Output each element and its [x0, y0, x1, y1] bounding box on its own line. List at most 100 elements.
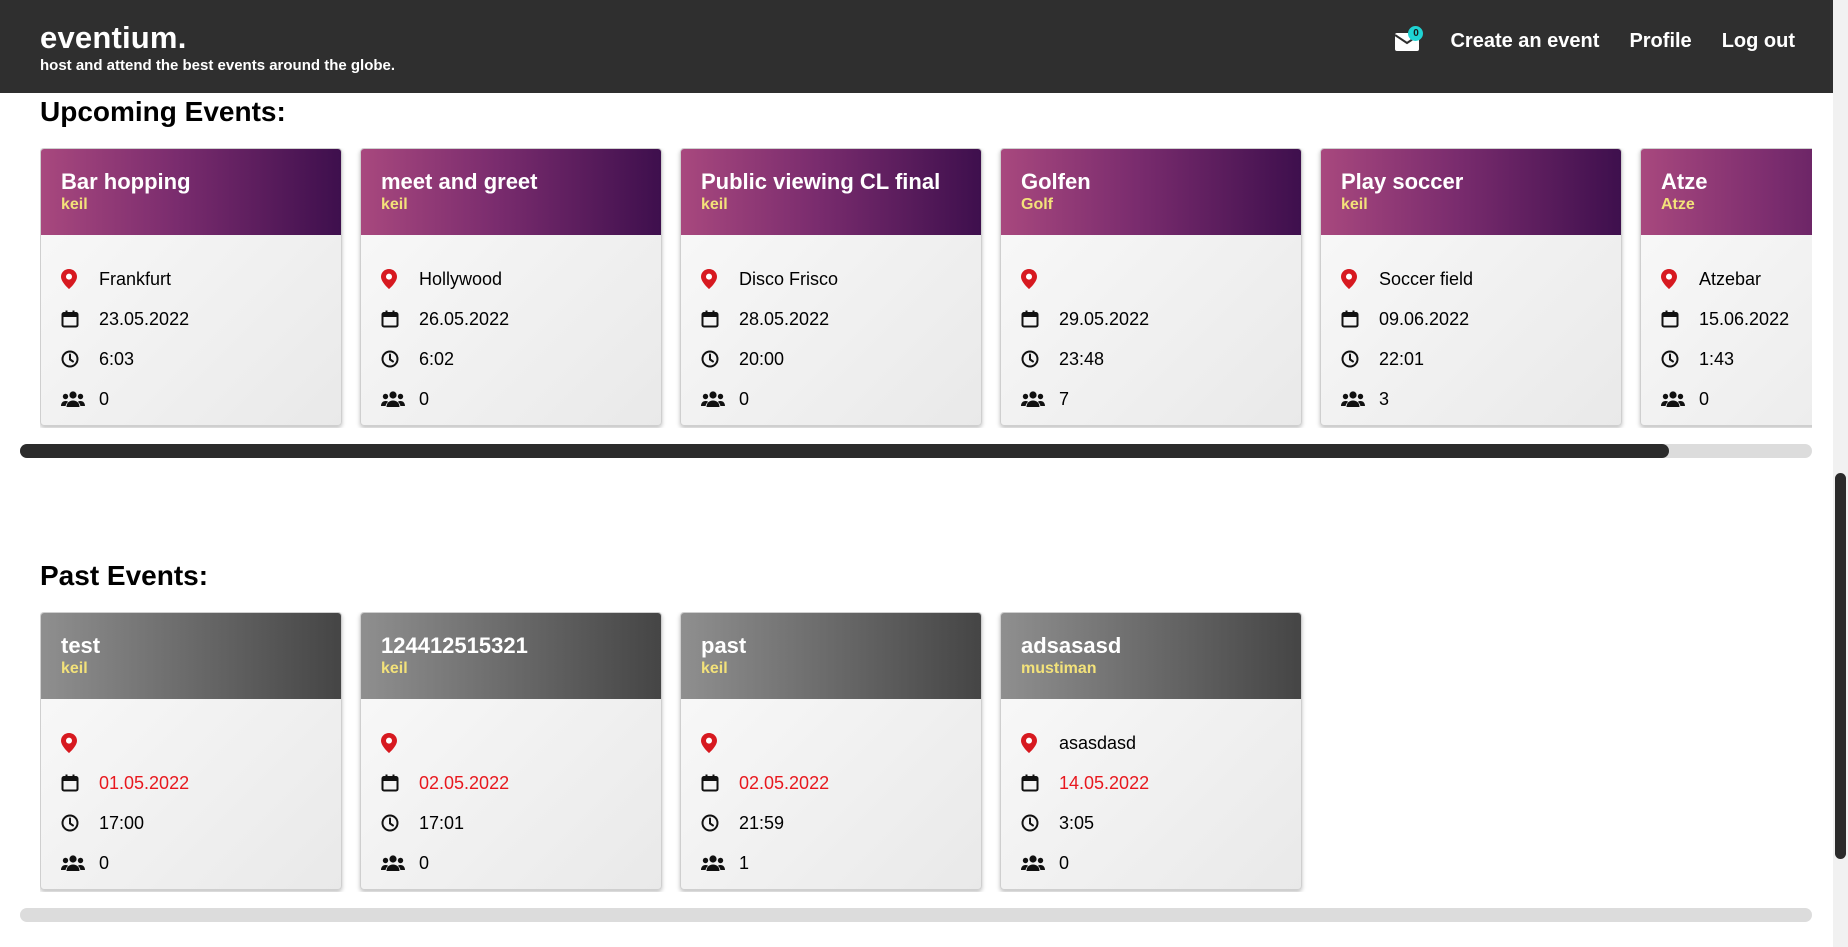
brand-tagline: host and attend the best events around t…	[40, 57, 396, 74]
event-time-row: 6:03	[61, 339, 321, 379]
event-time: 20:00	[739, 348, 785, 369]
unread-count-badge: 0	[1408, 25, 1424, 41]
calendar-icon	[1341, 310, 1379, 328]
event-card[interactable]: Atze Atze Atzebar 15.06.2022 1:43 0	[1640, 148, 1812, 426]
calendar-icon	[701, 310, 739, 328]
event-card[interactable]: test keil 01.05.2022 17:00 0	[40, 612, 342, 890]
location-pin-icon	[1021, 269, 1059, 289]
event-host: Atze	[1661, 196, 1695, 213]
event-date-row: 09.06.2022	[1341, 299, 1601, 339]
past-scrollbar[interactable]	[20, 908, 1812, 922]
create-event-link[interactable]: Create an event	[1450, 30, 1599, 53]
event-card-body: 01.05.2022 17:00 0	[41, 699, 341, 883]
location-pin-icon	[381, 733, 419, 753]
event-host: mustiman	[1021, 660, 1097, 677]
event-attendees: 0	[419, 388, 430, 409]
calendar-icon	[61, 310, 99, 328]
event-date-row: 02.05.2022	[701, 763, 961, 803]
event-date-row: 23.05.2022	[61, 299, 321, 339]
event-time-row: 6:02	[381, 339, 641, 379]
event-time-row: 17:00	[61, 803, 321, 843]
event-time: 3:05	[1059, 812, 1095, 833]
event-card-body: 02.05.2022 17:01 0	[361, 699, 661, 883]
event-card[interactable]: Public viewing CL final keil Disco Frisco 2…	[680, 148, 982, 426]
event-time-row: 1:43	[1661, 339, 1812, 379]
event-card[interactable]: 124412515321 keil 02.05.2022 17:01 0	[360, 612, 662, 890]
event-card[interactable]: past keil 02.05.2022 21:59 1	[680, 612, 982, 890]
calendar-icon	[1021, 774, 1059, 792]
location-pin-icon	[1341, 269, 1379, 289]
clock-icon	[1021, 350, 1059, 368]
event-date-row: 01.05.2022	[61, 763, 321, 803]
logout-link[interactable]: Log out	[1722, 30, 1795, 53]
event-attendees-row: 0	[381, 843, 641, 883]
upcoming-events-row: Bar hopping keil Frankfurt 23.05.2022 6:03 0 m…	[40, 148, 1812, 428]
event-card-body: asasdasd 14.05.2022 3:05 0	[1001, 699, 1301, 883]
calendar-icon	[381, 310, 419, 328]
top-bar: eventium. host and attend the best event…	[0, 0, 1833, 93]
event-attendees: 7	[1059, 388, 1070, 409]
event-card-body: Frankfurt 23.05.2022 6:03 0	[41, 235, 341, 419]
location-pin-icon	[61, 269, 99, 289]
event-time-row: 17:01	[381, 803, 641, 843]
calendar-icon	[381, 774, 419, 792]
event-attendees-row: 0	[1661, 379, 1812, 419]
page-scrollbar[interactable]	[1833, 0, 1848, 947]
event-date: 02.05.2022	[419, 772, 510, 793]
event-attendees-row: 3	[1341, 379, 1601, 419]
event-location-row: Soccer field	[1341, 259, 1601, 299]
event-card[interactable]: Play soccer keil Soccer field 09.06.2022 22:…	[1320, 148, 1622, 426]
calendar-icon	[61, 774, 99, 792]
event-time: 21:59	[739, 812, 785, 833]
location-pin-icon	[61, 733, 99, 753]
users-icon	[1661, 391, 1699, 407]
clock-icon	[381, 814, 419, 832]
event-date: 26.05.2022	[419, 308, 510, 329]
event-title: Golfen	[1021, 169, 1091, 194]
event-card[interactable]: meet and greet keil Hollywood 26.05.2022 6:0…	[360, 148, 662, 426]
page-scroll-thumb[interactable]	[1835, 473, 1846, 859]
event-attendees-row: 0	[61, 379, 321, 419]
event-time: 23:48	[1059, 348, 1105, 369]
upcoming-scroll-thumb[interactable]	[20, 444, 1669, 458]
brand-logo[interactable]: eventium.	[40, 20, 187, 56]
event-card-header: Public viewing CL final keil	[681, 149, 981, 235]
event-card-body: Disco Frisco 28.05.2022 20:00 0	[681, 235, 981, 419]
main-nav: 0 Create an event Profile Log out	[1394, 25, 1795, 53]
event-card-header: Atze Atze	[1641, 149, 1812, 235]
event-date: 23.05.2022	[99, 308, 190, 329]
event-host: keil	[381, 660, 408, 677]
event-time-row: 23:48	[1021, 339, 1281, 379]
event-title: Public viewing CL final	[701, 169, 941, 194]
event-card-body: Atzebar 15.06.2022 1:43 0	[1641, 235, 1812, 419]
event-host: keil	[61, 660, 88, 677]
event-time: 17:01	[419, 812, 465, 833]
event-card-header: Bar hopping keil	[41, 149, 341, 235]
event-location-row: Disco Frisco	[701, 259, 961, 299]
event-title: Play soccer	[1341, 169, 1464, 194]
event-location: Soccer field	[1379, 268, 1474, 289]
event-location-row	[1021, 259, 1281, 299]
event-location-row	[701, 723, 961, 763]
event-attendees-row: 0	[701, 379, 961, 419]
event-card[interactable]: Bar hopping keil Frankfurt 23.05.2022 6:03 0	[40, 148, 342, 426]
messages-button[interactable]: 0	[1394, 25, 1424, 52]
event-host: keil	[701, 660, 728, 677]
event-card-header: adsasasd mustiman	[1001, 613, 1301, 699]
event-time: 22:01	[1379, 348, 1425, 369]
event-card-header: Play soccer keil	[1321, 149, 1621, 235]
event-attendees: 0	[739, 388, 750, 409]
event-attendees: 0	[99, 852, 110, 873]
event-time-row: 21:59	[701, 803, 961, 843]
event-card[interactable]: adsasasd mustiman asasdasd 14.05.2022 3:05 0	[1000, 612, 1302, 890]
event-date-row: 15.06.2022	[1661, 299, 1812, 339]
event-host: keil	[701, 196, 728, 213]
users-icon	[61, 855, 99, 871]
event-card[interactable]: Golfen Golf 29.05.2022 23:48 7	[1000, 148, 1302, 426]
profile-link[interactable]: Profile	[1629, 30, 1691, 53]
location-pin-icon	[1661, 269, 1699, 289]
upcoming-scrollbar[interactable]	[20, 444, 1812, 458]
event-date-row: 28.05.2022	[701, 299, 961, 339]
upcoming-events-heading: Upcoming Events:	[40, 96, 286, 127]
event-attendees: 3	[1379, 388, 1390, 409]
